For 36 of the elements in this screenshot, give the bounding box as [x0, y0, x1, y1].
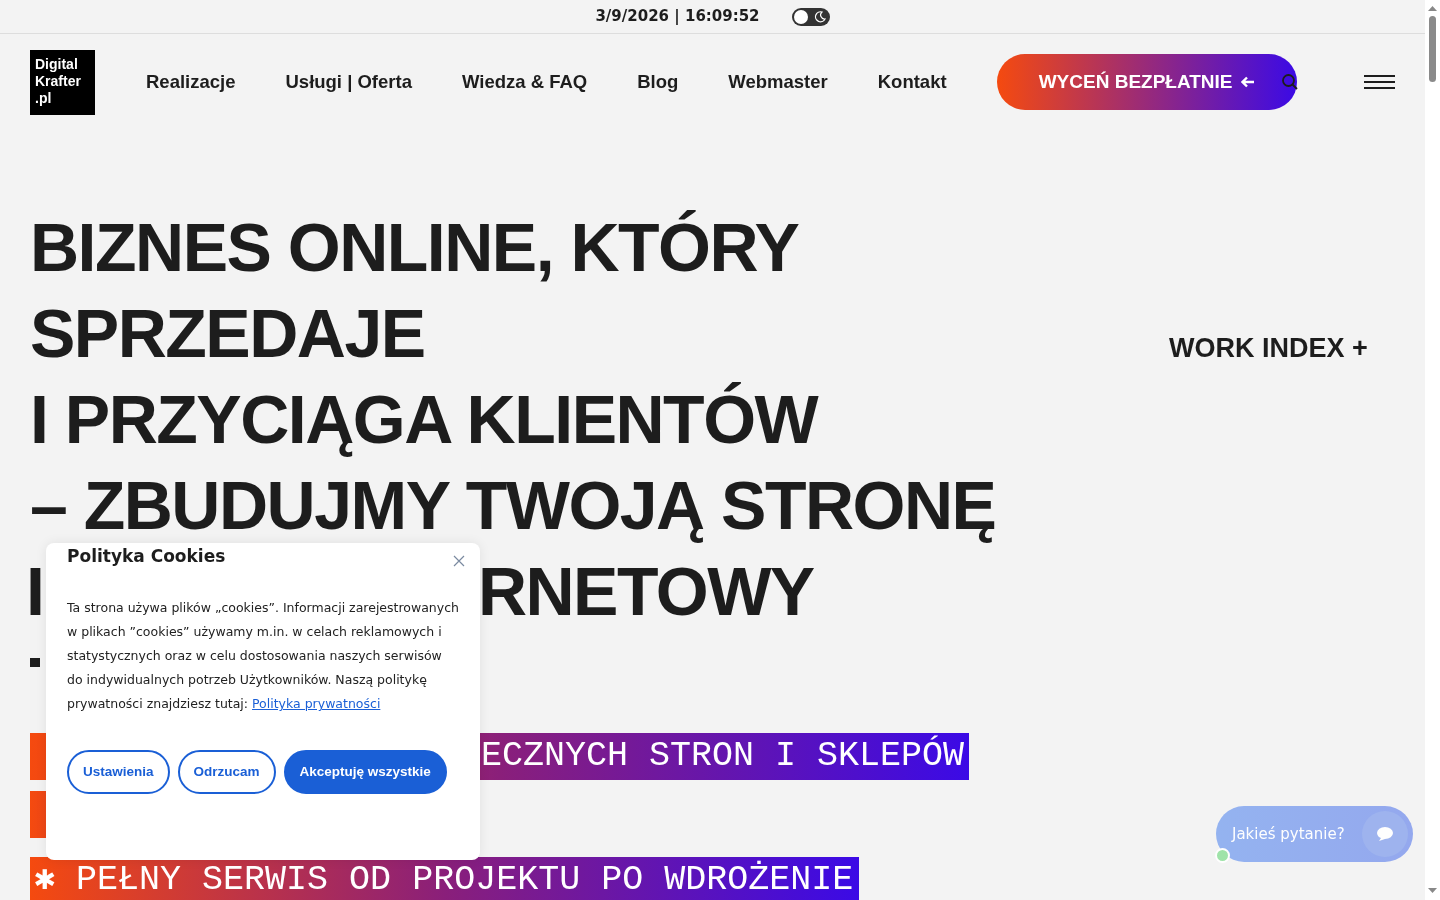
scroll-down-icon[interactable] [1425, 886, 1440, 896]
logo[interactable]: Digital Krafter .pl [30, 49, 95, 115]
nav-link[interactable]: Blog [637, 68, 679, 96]
nav-link[interactable]: Usługi | Oferta [285, 68, 412, 96]
heading-text: SPRZEDAJE [30, 294, 425, 373]
privacy-link[interactable]: Polityka prywatności [252, 696, 381, 712]
nav-link[interactable]: Realizacje [146, 68, 236, 96]
dash-mark [30, 658, 40, 667]
nav-link[interactable]: Wiedza & FAQ [461, 68, 588, 96]
chat-bubble-icon [1362, 811, 1408, 857]
dialog-text: Ta strona używa plików „cookies”. Informacji zarejestrowanych w plikach ”cookies” używamy m.in. w celach reklamowych i statystycznych oraz w celu dostosowania naszych serwisów do indywidualnych potrzeb Użytkowników. Naszą politykę prywatności znajdziesz tutaj: Polityka prywatności [67, 599, 459, 714]
cookie-button[interactable]: Odrzucam [177, 750, 276, 795]
chat-label: Jakieś pytanie? [1232, 823, 1345, 845]
cookie-button[interactable]: Akceptuję wszystkie [283, 750, 447, 795]
dialog-title: Polityka Cookies [67, 546, 227, 567]
quote-button[interactable]: WYCEŃ BEZPŁATNIE [996, 54, 1297, 110]
cookie-button[interactable]: Ustawienia [67, 750, 170, 795]
work-index-link[interactable]: WORK INDEX + [1169, 328, 1368, 369]
search-icon[interactable] [1280, 73, 1299, 91]
scroll-up-icon[interactable] [1425, 3, 1440, 13]
heading-text: RNETOWY [477, 552, 814, 631]
close-icon[interactable] [453, 555, 465, 567]
nav-link[interactable]: Kontakt [877, 68, 947, 96]
date-time: 3/9/2026 | 16:09:52 [595, 6, 760, 28]
heading-text: BIZNES ONLINE, KTÓRY [30, 208, 799, 287]
heading-text: – ZBUDUJMY TWOJĄ STRONĘ [30, 466, 996, 545]
heading-text: I PRZYCIĄGA KLIENTÓW [30, 380, 818, 459]
heading-text: I [26, 552, 40, 631]
scrollbar[interactable] [1425, 0, 1440, 900]
menu-icon[interactable] [1364, 75, 1395, 89]
highlight-text: ✱ PEŁNY SERWIS OD PROJEKTU PO WDROŻENIE [30, 857, 860, 900]
theme-toggle[interactable] [791, 7, 830, 26]
arrow-left-icon [1240, 75, 1255, 89]
scrollbar-thumb[interactable] [1429, 16, 1436, 82]
moon-icon [813, 10, 826, 23]
nav-link[interactable]: Webmaster [728, 68, 828, 96]
